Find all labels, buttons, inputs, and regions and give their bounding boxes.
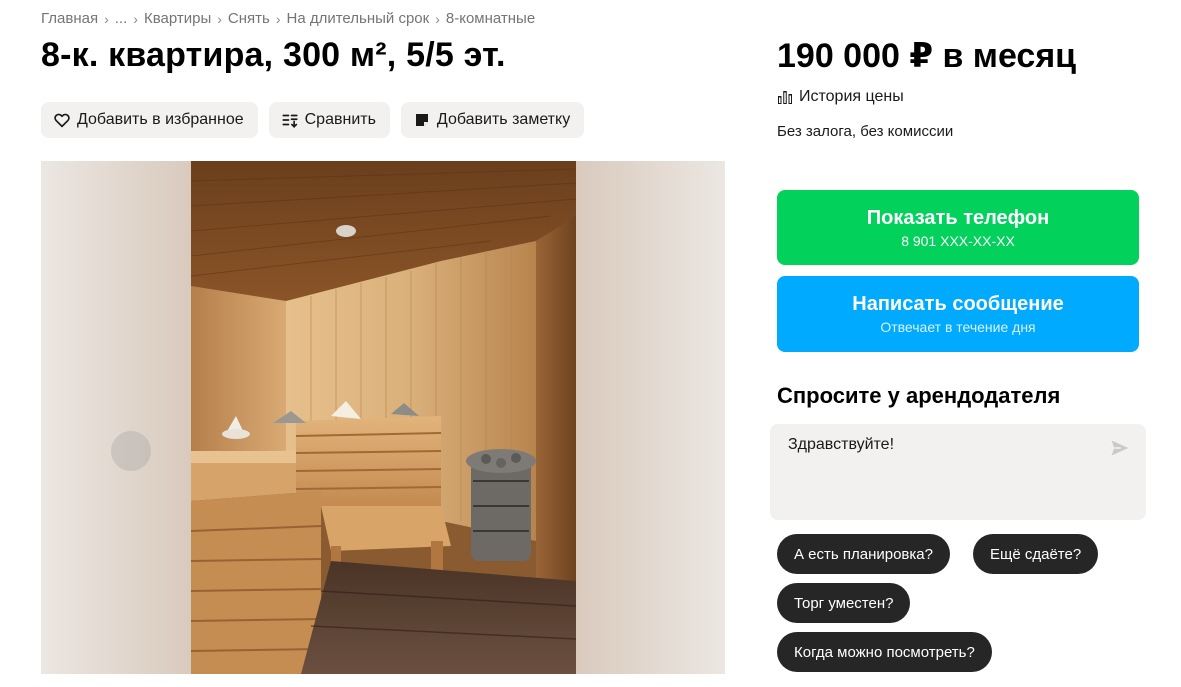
breadcrumb-long-term[interactable]: На длительный срок — [287, 10, 430, 27]
breadcrumb-8-rooms[interactable]: 8-комнатные — [446, 10, 535, 27]
action-bar: Добавить в избранное Сравнить Добавить з… — [41, 102, 585, 138]
rental-terms: Без залога, без комиссии — [777, 123, 954, 140]
quick-question-chip[interactable]: А есть планировка? — [777, 534, 950, 574]
add-note-label: Добавить заметку — [436, 111, 571, 128]
show-phone-label: Показать телефон — [866, 206, 1050, 229]
breadcrumb-apartments[interactable]: Квартиры — [144, 10, 211, 27]
price: 190 000 ₽ в месяц — [777, 37, 1077, 75]
chevron-right-icon: › — [217, 10, 222, 27]
page-title: 8-к. квартира, 300 м², 5/5 эт. — [41, 36, 506, 74]
phone-number: 8 901 XXX-XX-XX — [901, 232, 1015, 249]
price-history-link[interactable]: История цены — [777, 88, 904, 106]
photo-gallery[interactable] — [41, 161, 725, 674]
sauna-photo[interactable] — [191, 161, 576, 674]
compare-icon — [281, 111, 299, 129]
compare-label: Сравнить — [304, 111, 376, 128]
add-to-favorites-label: Добавить в избранное — [77, 111, 244, 128]
add-to-favorites-button[interactable]: Добавить в избранное — [41, 102, 258, 138]
send-icon[interactable] — [1110, 438, 1130, 458]
breadcrumb-rent[interactable]: Снять — [228, 10, 270, 27]
ask-landlord-heading: Спросите у арендодателя — [777, 383, 1061, 408]
breadcrumb-more[interactable]: ... — [115, 10, 128, 27]
write-message-label: Написать сообщение — [852, 293, 1064, 315]
message-input[interactable]: Здравствуйте! — [770, 424, 1146, 520]
compare-button[interactable]: Сравнить — [268, 102, 390, 138]
chevron-right-icon: › — [104, 10, 109, 27]
breadcrumb-home[interactable]: Главная — [41, 10, 98, 27]
chart-icon — [777, 89, 793, 105]
message-text: Здравствуйте! — [788, 436, 895, 453]
chevron-right-icon: › — [133, 10, 138, 27]
show-phone-button[interactable]: Показать телефон 8 901 XXX-XX-XX — [777, 190, 1139, 265]
chevron-right-icon: › — [275, 10, 281, 27]
gallery-blur-left — [41, 161, 191, 674]
quick-question-chip[interactable]: Ещё сдаёте? — [973, 534, 1099, 574]
add-note-button[interactable]: Добавить заметку — [400, 102, 585, 138]
gallery-blur-right — [575, 161, 725, 674]
note-icon — [413, 111, 431, 129]
breadcrumb: Главная › ... › Квартиры › Снять › На дл… — [41, 10, 535, 27]
chevron-right-icon: › — [435, 10, 440, 27]
response-time: Отвечает в течение дня — [880, 319, 1036, 335]
heart-icon — [53, 111, 71, 129]
quick-question-chip[interactable]: Когда можно посмотреть? — [777, 632, 992, 672]
quick-question-chip[interactable]: Торг уместен? — [777, 583, 911, 623]
price-history-label: История цены — [799, 88, 904, 105]
write-message-button[interactable]: Написать сообщение Отвечает в течение дн… — [777, 276, 1139, 352]
